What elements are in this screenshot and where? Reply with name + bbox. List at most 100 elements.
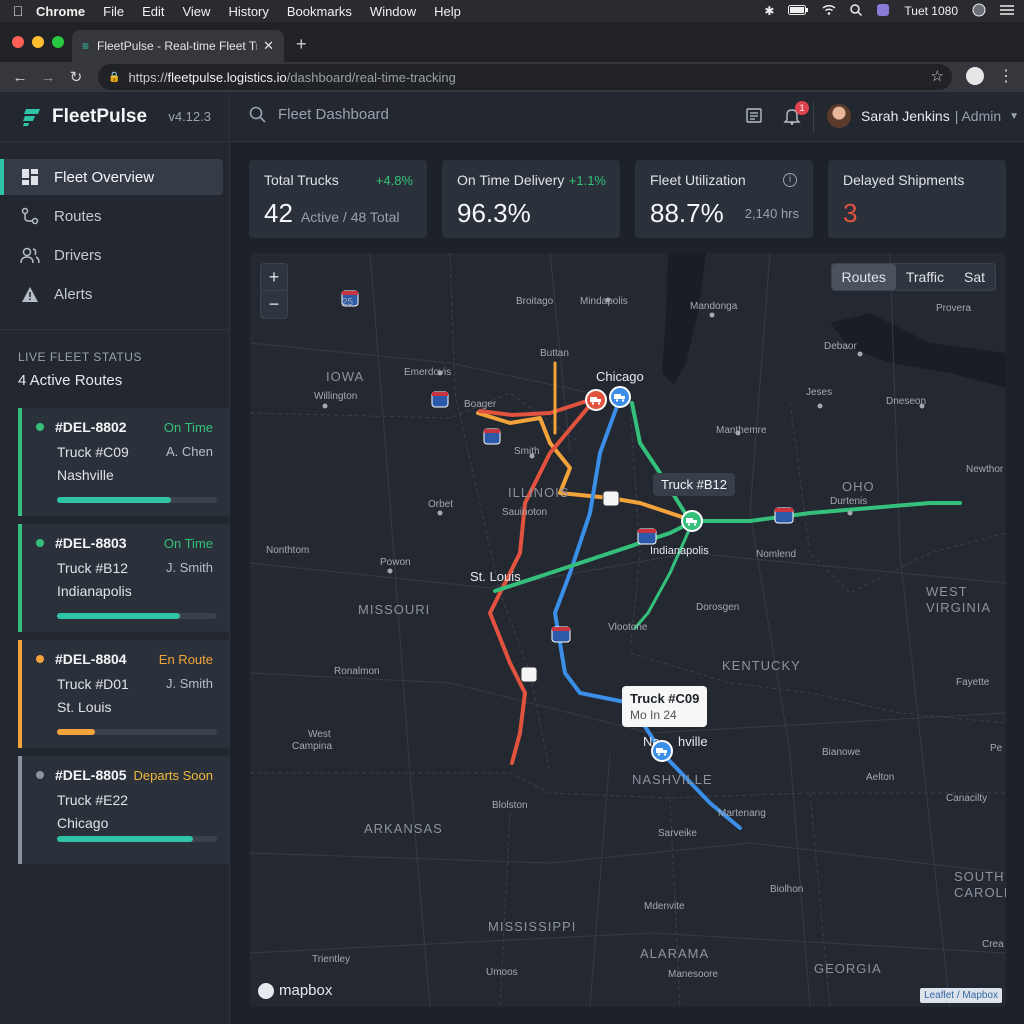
apple-icon[interactable]:  [0, 3, 36, 19]
truck-tooltip-b12: Truck #B12 [653, 473, 735, 496]
map-town-label: Vlootone [608, 622, 648, 633]
map-town-label: Bianowe [822, 747, 861, 758]
map-town-label: Sarveike [658, 828, 697, 839]
minimize-window-button[interactable] [32, 36, 44, 48]
menu-view[interactable]: View [182, 4, 210, 19]
menubar-clock[interactable]: Tuet 1080 [904, 4, 958, 18]
nav-alerts[interactable]: Alerts [0, 276, 223, 312]
kpi-value: 88.7% [650, 198, 724, 228]
mapbox-wordmark: mapbox [279, 982, 333, 999]
mapbox-logo[interactable]: mapbox [258, 982, 332, 999]
menu-file[interactable]: File [103, 4, 124, 19]
notifications-button[interactable]: 1 [783, 101, 809, 130]
search-bar[interactable]: Fleet Dashboard [249, 106, 389, 123]
map-state-label: KENTUCKY [722, 658, 801, 673]
map-town-label: Durtenis [830, 496, 868, 507]
search-placeholder: Fleet Dashboard [278, 106, 389, 123]
bookmark-star-icon[interactable]: ☆ [931, 67, 944, 85]
map-town-label: Willington [314, 391, 358, 402]
route-card[interactable]: #DEL-8802 On Time Truck #C09 A. Chen Nashv… [18, 408, 229, 516]
route-truck: Truck #E22 [57, 792, 129, 808]
truck-icon [614, 393, 625, 402]
map-town-label: Blolston [492, 800, 528, 811]
zoom-in-button[interactable]: + [261, 264, 287, 291]
map-town-label: Newthor [966, 464, 1004, 475]
address-bar[interactable]: 🔒 https://fleetpulse.logistics.io/dashbo… [98, 64, 952, 90]
kpi-value: 42 [264, 198, 293, 228]
zoom-control: + − [260, 263, 288, 319]
battery-icon[interactable] [788, 4, 809, 18]
truck-marker-c09[interactable] [651, 740, 673, 762]
back-arrow-icon[interactable]: ← [6, 69, 34, 86]
menu-help[interactable]: Help [434, 4, 461, 19]
truck-marker-b12[interactable] [681, 510, 703, 532]
zoom-window-button[interactable] [52, 36, 64, 48]
user-role: | Admin [954, 108, 1002, 124]
browser-menu-icon[interactable]: ⋮ [998, 66, 1014, 86]
truck-marker-red[interactable] [585, 389, 607, 411]
map-state-label: GEORGIA [814, 961, 882, 976]
close-tab-icon[interactable]: ✕ [263, 38, 274, 54]
spotlight-search-icon[interactable] [850, 3, 863, 19]
route-progress-bar [57, 729, 217, 735]
main-nav: Fleet Overview Routes Drivers Alerts [0, 142, 229, 312]
menu-edit[interactable]: Edit [142, 4, 164, 19]
route-card[interactable]: #DEL-8805 Departs Soon Truck #E22 Chicago [18, 756, 229, 864]
wifi-icon[interactable] [822, 4, 836, 18]
messages-icon[interactable] [745, 107, 763, 130]
map-town-label: Campina [292, 741, 333, 752]
kpi-on-time-delivery: On Time Delivery +1.1% 96.3% [442, 160, 620, 238]
forward-arrow-icon[interactable]: → [34, 69, 62, 86]
user-switch-icon[interactable] [876, 3, 890, 20]
route-status: On Time [163, 535, 213, 551]
info-icon[interactable]: i [783, 173, 797, 187]
map-town-label: Aelton [866, 772, 895, 783]
route-driver: J. Smith [166, 676, 213, 691]
close-window-button[interactable] [12, 36, 24, 48]
route-truck: Truck #D01 [57, 676, 129, 692]
control-center-icon[interactable] [1000, 4, 1014, 19]
nav-drivers[interactable]: Drivers [0, 237, 223, 273]
map-attribution[interactable]: Leaflet / Mapbox [920, 988, 1002, 1003]
map-town-label: Umoos [486, 967, 518, 978]
map-state-label: MISSISSIPPI [488, 919, 577, 934]
new-tab-button[interactable]: + [296, 34, 307, 55]
truck-icon [686, 517, 697, 526]
grid-icon [20, 167, 40, 187]
map-state-label: SOUTH [954, 869, 1005, 884]
window-controls [12, 36, 64, 48]
fleetpulse-logo-icon[interactable] [20, 106, 42, 128]
menu-history[interactable]: History [228, 4, 268, 19]
route-card[interactable]: #DEL-8803 On Time Truck #B12 J. Smith Indi… [18, 524, 229, 632]
fleet-map[interactable]: 25 Broitago Mindapolis Mandonga Debaor P… [250, 253, 1006, 1007]
route-status: On Time [163, 419, 213, 435]
user-menu[interactable]: Sarah Jenkins | Admin ▼ [827, 104, 1019, 128]
map-town-label: Dorosgen [696, 602, 740, 613]
menubar-status-area: ✱ Tuet 1080 [764, 0, 1014, 22]
menu-window[interactable]: Window [370, 4, 416, 19]
browser-tab[interactable]: ≡ FleetPulse - Real-time Fleet Tr ✕ [72, 30, 284, 62]
menu-bookmarks[interactable]: Bookmarks [287, 4, 352, 19]
route-status: Departs Soon [133, 767, 214, 783]
map-state-label: IOWA [326, 369, 365, 384]
menu-app-name[interactable]: Chrome [36, 4, 85, 19]
nav-fleet-overview[interactable]: Fleet Overview [0, 159, 223, 195]
toggle-routes[interactable]: Routes [831, 264, 896, 290]
profile-avatar-icon[interactable] [966, 67, 984, 85]
truck-marker-blue[interactable] [609, 386, 631, 408]
avatar [827, 104, 851, 128]
zoom-out-button[interactable]: − [261, 291, 287, 318]
siri-icon[interactable] [972, 3, 986, 20]
toggle-sat[interactable]: Sat [954, 264, 995, 290]
reload-icon[interactable]: ↻ [62, 68, 90, 86]
toggle-traffic[interactable]: Traffic [896, 264, 954, 290]
bluetooth-icon[interactable]: ✱ [764, 4, 774, 18]
kpi-label: Fleet Utilization [650, 172, 746, 188]
map-town-label: Crea [982, 939, 1004, 950]
map-town-label: Nonthtom [266, 545, 310, 556]
nav-routes[interactable]: Routes [0, 198, 223, 234]
route-driver: J. Smith [166, 560, 213, 575]
route-id: #DEL-8803 [55, 535, 127, 551]
route-card[interactable]: #DEL-8804 En Route Truck #D01 J. Smith St.… [18, 640, 229, 748]
truck-icon [656, 747, 667, 756]
